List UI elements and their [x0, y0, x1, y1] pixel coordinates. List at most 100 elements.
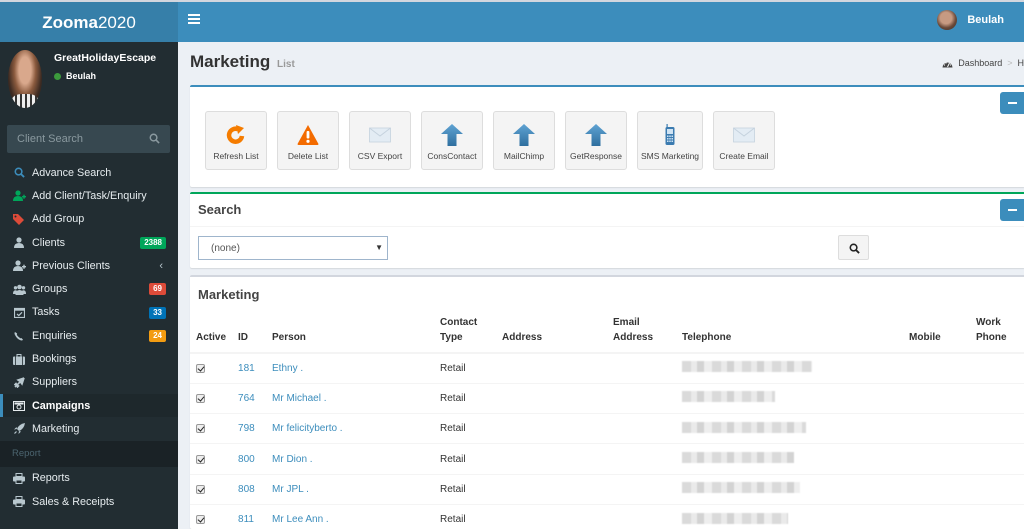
sidebar-item-add-client[interactable]: Add Client/Task/Enquiry — [0, 184, 178, 207]
mailchimp-button[interactable]: MailChimp — [493, 111, 555, 170]
redacted-telephone — [682, 452, 795, 464]
active-checkbox[interactable] — [196, 515, 205, 525]
column-header-email[interactable]: Email Address — [607, 315, 677, 354]
active-checkbox[interactable] — [196, 363, 205, 373]
table-row: 800 Mr Dion . Retail — [190, 443, 1024, 475]
divider — [190, 226, 1024, 227]
sidebar-item-bookings[interactable]: Bookings — [0, 347, 178, 370]
marketing-table: Active ID Person Contact Type Address Ema… — [190, 315, 1024, 529]
active-checkbox[interactable] — [196, 424, 205, 434]
sidebar-item-enquiries[interactable]: Enquiries 24 — [0, 324, 178, 347]
person-link[interactable]: Mr felicityberto . — [272, 423, 343, 434]
client-id-link[interactable]: 811 — [238, 514, 254, 525]
user-menu[interactable]: Beulah — [937, 10, 1004, 30]
profile-avatar — [8, 50, 42, 108]
sidebar-item-sales-receipts[interactable]: Sales & Receipts — [0, 490, 178, 513]
sidebar-item-clients[interactable]: Clients 2388 — [0, 231, 178, 254]
mobile-cell — [903, 353, 971, 384]
search-submit-button[interactable] — [838, 235, 869, 260]
logo-bold: Zooma — [42, 13, 98, 32]
sidebar-item-label: Clients — [32, 236, 66, 249]
create-email-button[interactable]: Create Email — [713, 111, 775, 170]
contact-type-cell: Retail — [434, 443, 497, 475]
upload-arrow-icon — [513, 124, 535, 146]
sidebar-item-marketing[interactable]: Marketing — [0, 417, 178, 440]
print-icon — [12, 496, 26, 507]
collapse-search-button[interactable] — [1000, 199, 1024, 221]
user-panel: GreatHolidayEscape Beulah — [0, 42, 178, 118]
sidebar-item-tasks[interactable]: Tasks 33 — [0, 301, 178, 324]
email-cell — [607, 413, 677, 445]
column-header-active[interactable]: Active — [190, 315, 233, 354]
active-checkbox[interactable] — [196, 393, 205, 403]
collapse-actions-button[interactable] — [1000, 92, 1024, 114]
sidebar-item-groups[interactable]: Groups 69 — [0, 277, 178, 300]
active-checkbox[interactable] — [196, 484, 205, 494]
search-icon[interactable] — [149, 133, 160, 144]
sidebar-item-label: Enquiries — [32, 329, 78, 342]
person-link[interactable]: Mr Dion . — [272, 454, 313, 465]
plane-icon — [12, 377, 26, 388]
csv-export-button[interactable]: CSV Export — [349, 111, 411, 170]
user-plus-icon — [12, 260, 26, 272]
client-id-link[interactable]: 764 — [238, 393, 255, 404]
person-link[interactable]: Mr Michael . — [272, 393, 326, 404]
sidebar-item-campaigns[interactable]: Campaigns — [0, 393, 178, 418]
column-header-person[interactable]: Person — [266, 315, 435, 354]
sidebar-toggle-icon[interactable] — [188, 14, 200, 28]
logo-light: 2020 — [97, 13, 136, 32]
sidebar-item-label: Add Client/Task/Enquiry — [32, 189, 147, 202]
client-id-link[interactable]: 808 — [238, 484, 255, 495]
mobile-cell — [903, 504, 971, 529]
tasks-count-badge: 33 — [149, 306, 166, 319]
client-search-input[interactable] — [7, 125, 137, 153]
phone-icon — [12, 330, 26, 341]
dashboard-icon — [942, 61, 953, 67]
person-link[interactable]: Mr JPL . — [272, 484, 309, 495]
client-id-link[interactable]: 798 — [238, 423, 255, 434]
person-link[interactable]: Mr Lee Ann . — [272, 514, 329, 525]
list-filter-select[interactable]: (none) ▼ — [198, 236, 388, 260]
column-header-work-phone[interactable]: Work Phone — [970, 315, 1024, 354]
column-header-address[interactable]: Address — [496, 315, 608, 354]
sidebar-item-suppliers[interactable]: Suppliers — [0, 371, 178, 394]
person-link[interactable]: Ethny . — [272, 363, 303, 374]
contact-type-cell: Retail — [434, 353, 497, 384]
sidebar-item-label: Add Group — [32, 213, 85, 226]
envelope-icon — [369, 127, 391, 143]
column-header-id[interactable]: ID — [232, 315, 267, 354]
groups-count-badge: 69 — [149, 283, 166, 296]
client-id-link[interactable]: 800 — [238, 454, 255, 465]
refresh-list-button[interactable]: Refresh List — [205, 111, 267, 170]
delete-list-button[interactable]: Delete List — [277, 111, 339, 170]
company-name: GreatHolidayEscape — [54, 52, 157, 64]
conscontact-button[interactable]: ConsContact — [421, 111, 483, 170]
column-header-mobile[interactable]: Mobile — [903, 315, 971, 354]
sidebar-item-advance-search[interactable]: Advance Search — [0, 161, 178, 184]
redacted-telephone — [682, 421, 807, 433]
email-cell — [607, 383, 677, 415]
column-header-contact-type[interactable]: Contact Type — [434, 315, 497, 354]
sidebar-item-previous-clients[interactable]: Previous Clients ‹ — [0, 254, 178, 277]
sms-marketing-button[interactable]: SMS Marketing — [637, 111, 703, 170]
camera-icon — [12, 400, 26, 411]
active-checkbox[interactable] — [196, 454, 205, 464]
tool-label: Delete List — [287, 151, 329, 161]
sidebar-item-label: Reports — [32, 472, 70, 485]
column-header-telephone[interactable]: Telephone — [676, 315, 904, 354]
refresh-icon — [226, 125, 245, 144]
email-cell — [607, 353, 677, 384]
contact-type-cell: Retail — [434, 504, 497, 529]
mobile-cell — [903, 383, 971, 415]
sidebar-item-add-group[interactable]: Add Group — [0, 208, 178, 231]
sidebar-item-reports[interactable]: Reports — [0, 467, 178, 490]
app-logo[interactable]: Zooma2020 — [0, 0, 178, 42]
chevron-left-icon[interactable]: ‹ — [159, 260, 163, 272]
breadcrumb-dashboard-link[interactable]: Dashboard — [958, 58, 1002, 68]
client-id-link[interactable]: 181 — [238, 363, 255, 374]
mobile-phone-icon — [665, 124, 675, 145]
page-title-text: Marketing — [190, 52, 271, 71]
client-search — [7, 125, 170, 153]
tool-label: ConsContact — [427, 151, 477, 161]
getresponse-button[interactable]: GetResponse — [565, 111, 627, 170]
